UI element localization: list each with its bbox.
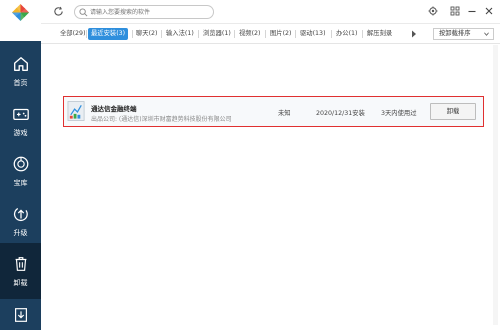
sidebar-item-label: 首页 bbox=[13, 78, 28, 87]
chevron-down-icon bbox=[484, 32, 489, 36]
tab-divider bbox=[86, 30, 87, 38]
app-install-date: 2020/12/31安装 bbox=[316, 110, 365, 117]
sidebar-item-games[interactable]: 游戏 bbox=[0, 93, 41, 149]
sidebar: 首页 游戏 宝库 升级 卸载 bbox=[0, 0, 41, 330]
category-tabs: 全部(29) 最近安装(3) 聊天(2) 输入法(1) 浏览器(1) 视频(2)… bbox=[41, 24, 500, 44]
tab-divider bbox=[198, 30, 199, 38]
settings-button[interactable] bbox=[427, 5, 439, 17]
sidebar-item-label: 卸载 bbox=[13, 278, 28, 287]
tab-input-method[interactable]: 输入法(1) bbox=[163, 28, 197, 40]
tab-images[interactable]: 图片(2) bbox=[267, 28, 295, 40]
title-bar bbox=[41, 0, 500, 24]
grid-menu-icon bbox=[450, 6, 460, 16]
tab-browser[interactable]: 浏览器(1) bbox=[200, 28, 234, 40]
tab-office[interactable]: 办公(1) bbox=[333, 28, 361, 40]
list-item[interactable]: 通达信金融终端 出品公司: (通达信)深圳市财富趋势科技股份有限公司 未知 20… bbox=[63, 96, 484, 127]
trash-icon bbox=[15, 256, 26, 271]
tab-video[interactable]: 视频(2) bbox=[236, 28, 264, 40]
sidebar-item-home[interactable]: 首页 bbox=[0, 43, 41, 99]
tab-divider bbox=[331, 30, 332, 38]
tab-archive-burn[interactable]: 解压刻录 bbox=[364, 28, 395, 40]
sidebar-item-downloads[interactable] bbox=[0, 299, 41, 330]
tab-recent[interactable]: 最近安装(3) bbox=[88, 28, 129, 40]
refresh-icon[interactable] bbox=[53, 6, 64, 17]
tab-all[interactable]: 全部(29) bbox=[57, 28, 89, 40]
close-button[interactable] bbox=[483, 5, 495, 17]
sidebar-item-uninstall[interactable]: 卸载 bbox=[0, 243, 41, 299]
scrollbar[interactable] bbox=[493, 45, 498, 325]
sort-dropdown[interactable]: 按卸载排序 bbox=[433, 28, 494, 40]
minimize-button[interactable] bbox=[466, 5, 478, 17]
vault-icon bbox=[13, 156, 28, 171]
uninstall-button[interactable]: 卸载 bbox=[430, 103, 476, 120]
chevron-right-icon[interactable] bbox=[410, 29, 418, 39]
menu-button[interactable] bbox=[449, 5, 461, 17]
app-name: 通达信金融终端 bbox=[91, 105, 137, 113]
search-icon bbox=[79, 8, 88, 17]
search-input[interactable] bbox=[90, 7, 210, 17]
app-logo-icon bbox=[11, 3, 30, 22]
tab-divider bbox=[362, 30, 363, 38]
tab-chat[interactable]: 聊天(2) bbox=[133, 28, 161, 40]
gamepad-icon bbox=[12, 108, 29, 120]
app-usage: 3天内使用过 bbox=[381, 110, 417, 117]
tab-divider bbox=[295, 30, 296, 38]
sidebar-item-label: 升级 bbox=[13, 228, 28, 237]
app-icon bbox=[67, 101, 85, 121]
app-list: 通达信金融终端 出品公司: (通达信)深圳市财富趋势科技股份有限公司 未知 20… bbox=[41, 45, 500, 330]
close-icon bbox=[485, 7, 493, 15]
sidebar-item-upgrade[interactable]: 升级 bbox=[0, 193, 41, 249]
download-icon bbox=[14, 307, 27, 322]
tab-divider bbox=[265, 30, 266, 38]
sidebar-item-vault[interactable]: 宝库 bbox=[0, 143, 41, 199]
tab-divider bbox=[161, 30, 162, 38]
gear-icon bbox=[428, 6, 438, 16]
tab-divider bbox=[234, 30, 235, 38]
tab-drivers[interactable]: 驱动(13) bbox=[297, 28, 329, 40]
upgrade-icon bbox=[13, 207, 28, 221]
search-box[interactable] bbox=[74, 5, 214, 19]
app-publisher: 出品公司: (通达信)深圳市财富趋势科技股份有限公司 bbox=[91, 116, 232, 123]
app-size: 未知 bbox=[278, 110, 291, 117]
minimize-icon bbox=[468, 10, 476, 13]
sidebar-item-label: 宝库 bbox=[13, 178, 28, 187]
sort-label: 按卸载排序 bbox=[439, 30, 471, 37]
home-icon bbox=[13, 56, 28, 71]
sidebar-item-label: 游戏 bbox=[13, 128, 28, 137]
logo-area bbox=[0, 0, 41, 41]
